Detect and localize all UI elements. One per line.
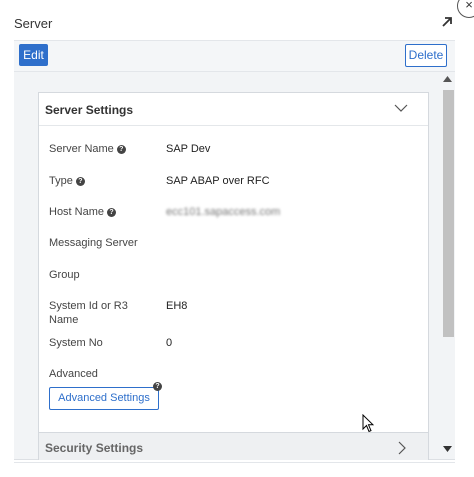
edit-button[interactable]: Edit <box>19 44 48 66</box>
security-settings-title: Security Settings <box>45 441 144 455</box>
server-panel: Server × Edit Delete Server Settings Ser… <box>0 0 474 477</box>
type-value: SAP ABAP over RFC <box>166 175 270 187</box>
panel-title: Server <box>14 16 53 31</box>
chevron-right-icon[interactable] <box>396 441 408 455</box>
help-icon[interactable]: ? <box>116 145 126 154</box>
security-settings-header[interactable]: Security Settings <box>38 432 429 460</box>
scroll-area[interactable]: Server Settings Server Name? SAP Dev Typ… <box>14 72 455 460</box>
system-id-value: EH8 <box>166 300 188 312</box>
arrow-up-right-icon[interactable] <box>440 15 454 29</box>
group-label: Group <box>49 269 80 281</box>
host-name-value: ecc101.sapaccess.com <box>166 206 281 218</box>
server-settings-title: Server Settings <box>45 103 134 117</box>
messaging-server-label: Messaging Server <box>49 237 138 249</box>
server-name-label: Server Name? <box>49 142 159 156</box>
toolbar: Edit Delete <box>14 40 455 72</box>
advanced-settings-button[interactable]: Advanced Settings <box>49 387 159 410</box>
scroll-thumb[interactable] <box>443 90 454 337</box>
scroll-down-icon[interactable] <box>443 446 452 452</box>
help-icon[interactable]: ? <box>153 382 162 391</box>
system-no-value: 0 <box>166 337 173 349</box>
scroll-up-icon[interactable] <box>443 76 452 82</box>
help-icon[interactable]: ? <box>75 177 85 186</box>
mouse-cursor-icon <box>362 414 374 433</box>
server-name-value: SAP Dev <box>166 143 211 155</box>
help-icon[interactable]: ? <box>107 208 117 217</box>
system-id-label: System Id or R3 Name <box>49 300 128 326</box>
system-no-label: System No <box>49 337 103 349</box>
close-icon[interactable]: × <box>457 0 474 18</box>
divider <box>14 462 455 463</box>
vertical-scrollbar[interactable] <box>440 72 455 459</box>
advanced-label: Advanced <box>49 368 98 380</box>
server-settings-section: Server Settings Server Name? SAP Dev Typ… <box>38 92 429 434</box>
type-label: Type? <box>49 174 159 188</box>
host-name-label: Host Name? <box>49 205 159 219</box>
chevron-down-icon[interactable] <box>394 101 408 115</box>
server-settings-header[interactable]: Server Settings <box>39 93 428 126</box>
delete-button[interactable]: Delete <box>405 44 447 67</box>
